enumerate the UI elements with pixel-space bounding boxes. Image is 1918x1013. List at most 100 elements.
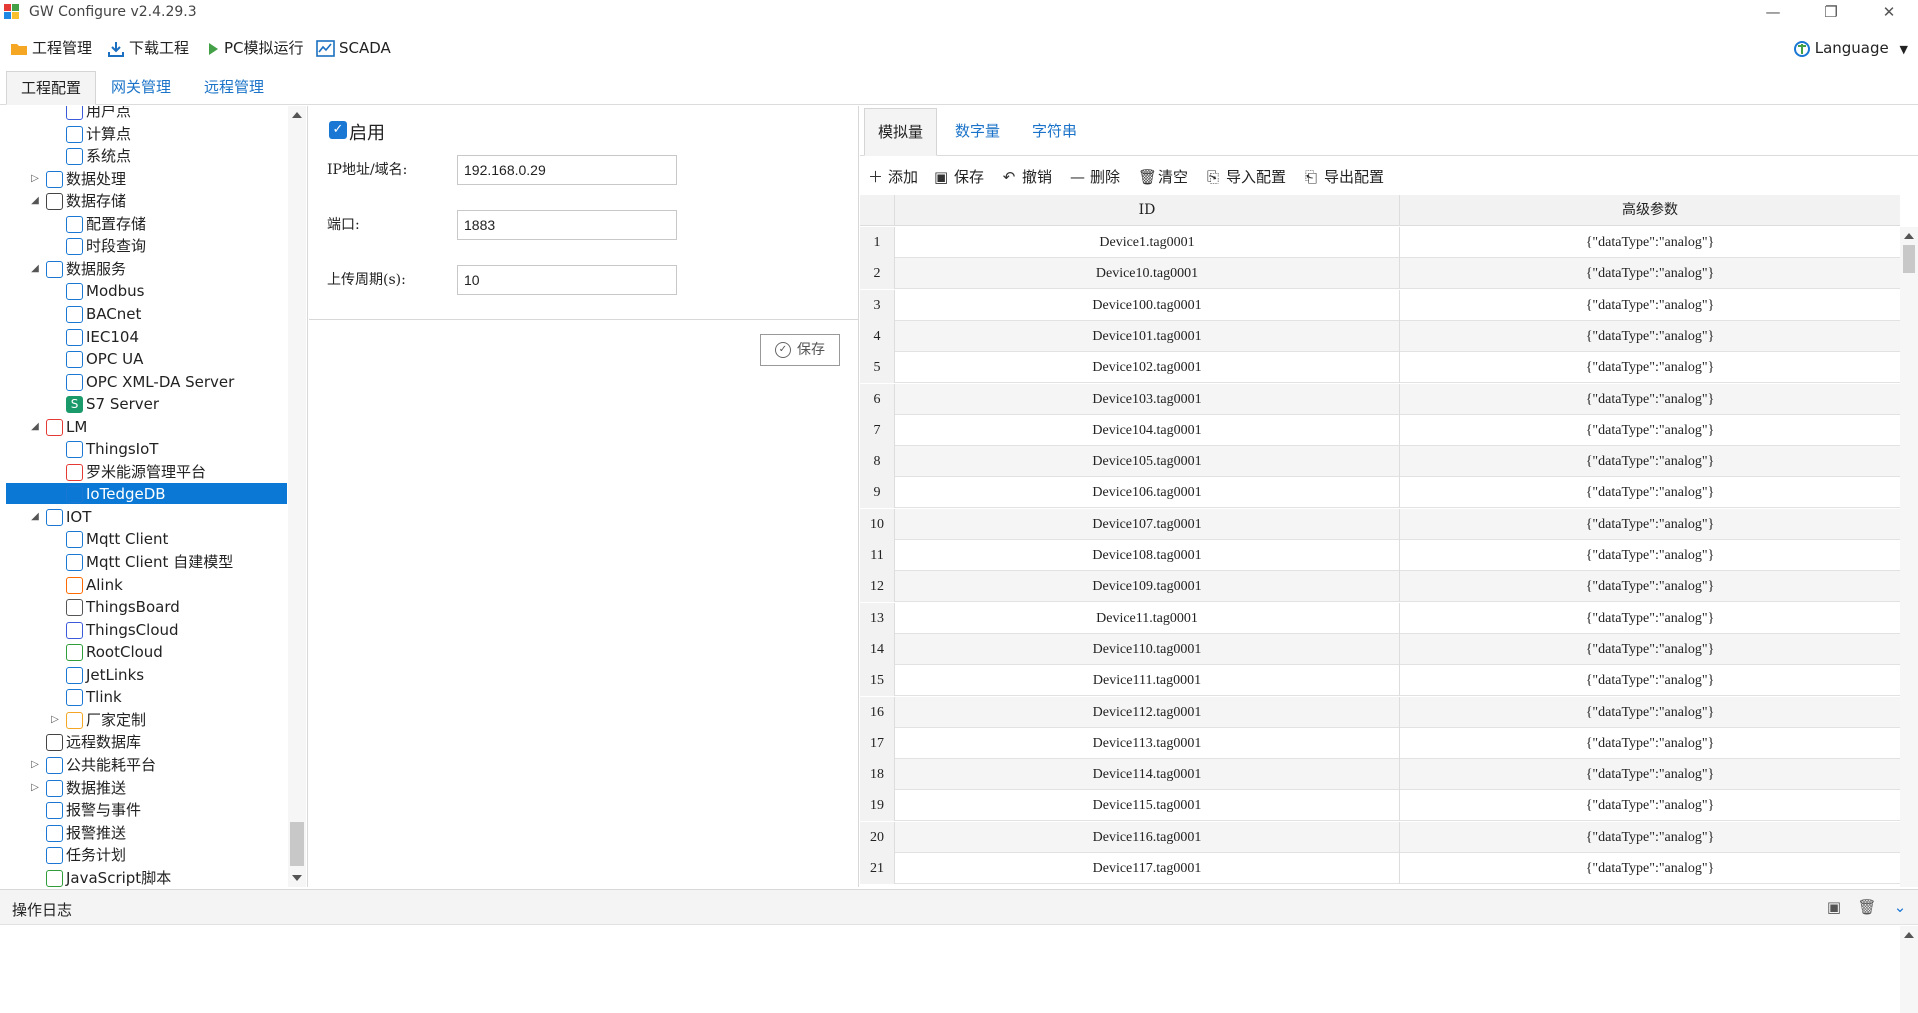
- collapse-arrow-icon[interactable]: ◢: [29, 190, 41, 212]
- expand-arrow-icon[interactable]: ▷: [29, 168, 41, 190]
- tab-remote-mgmt[interactable]: 远程管理: [190, 71, 278, 105]
- delete-button[interactable]: — 删除: [1070, 166, 1120, 187]
- advanced-param-cell[interactable]: {"dataType":"analog"}: [1400, 477, 1900, 508]
- add-button[interactable]: ＋添加: [868, 166, 918, 187]
- tree-item[interactable]: Mqtt Client 自建模型: [0, 551, 286, 573]
- tab-string[interactable]: 字符串: [1019, 108, 1090, 156]
- scroll-up-icon[interactable]: [1904, 233, 1914, 239]
- log-trash-icon[interactable]: 🗑: [1857, 898, 1877, 918]
- port-input[interactable]: 1883: [457, 210, 677, 240]
- close-button[interactable]: ✕: [1860, 0, 1918, 26]
- scroll-down-icon[interactable]: [292, 875, 302, 881]
- tree-item[interactable]: 报警推送: [0, 822, 286, 844]
- id-cell[interactable]: Device103.tag0001: [895, 383, 1400, 415]
- table-row[interactable]: 7 Device104.tag0001 {"dataType":"analog"}: [860, 414, 1900, 446]
- tab-gateway-mgmt[interactable]: 网关管理: [97, 71, 185, 105]
- advanced-param-cell[interactable]: {"dataType":"analog"}: [1400, 384, 1900, 415]
- tree-item[interactable]: OPC XML-DA Server: [0, 371, 286, 393]
- table-row[interactable]: 9 Device106.tag0001 {"dataType":"analog"}: [860, 477, 1900, 509]
- id-cell[interactable]: Device1.tag0001: [895, 227, 1400, 258]
- data-save-button[interactable]: ▣ 保存: [934, 166, 984, 187]
- table-row[interactable]: 1 Device1.tag0001 {"dataType":"analog"}: [860, 227, 1900, 258]
- restore-button[interactable]: ❐: [1802, 0, 1860, 26]
- tree-item[interactable]: 报警与事件: [0, 799, 286, 821]
- tree-item[interactable]: OPC UA: [0, 348, 286, 370]
- table-row[interactable]: 17 Device113.tag0001 {"dataType":"analog"}: [860, 727, 1900, 759]
- tree-item[interactable]: ThingsBoard: [0, 596, 286, 618]
- tree-item[interactable]: BACnet: [0, 303, 286, 325]
- tree-scrollbar[interactable]: [288, 106, 306, 887]
- advanced-param-cell[interactable]: {"dataType":"analog"}: [1400, 603, 1900, 634]
- config-save-button[interactable]: ✓ 保存: [760, 334, 840, 366]
- table-row[interactable]: 19 Device115.tag0001 {"dataType":"analog"}: [860, 790, 1900, 822]
- project-mgmt-button[interactable]: 工程管理: [10, 36, 92, 60]
- id-cell[interactable]: Device111.tag0001: [895, 665, 1400, 697]
- tree-item[interactable]: 配置存储: [0, 213, 286, 235]
- undo-button[interactable]: ↶ 撤销: [1002, 166, 1052, 187]
- download-project-button[interactable]: 下载工程: [107, 36, 189, 60]
- advanced-param-cell[interactable]: {"dataType":"analog"}: [1400, 634, 1900, 665]
- tree-item[interactable]: 任务计划: [0, 844, 286, 866]
- language-dropdown[interactable]: Language ▼: [1793, 36, 1908, 60]
- tree-item[interactable]: Tlink: [0, 686, 286, 708]
- advanced-param-cell[interactable]: {"dataType":"analog"}: [1400, 728, 1900, 759]
- advanced-param-cell[interactable]: {"dataType":"analog"}: [1400, 258, 1900, 289]
- tree-item[interactable]: 罗米能源管理平台: [0, 461, 286, 483]
- table-row[interactable]: 4 Device101.tag0001 {"dataType":"analog"}: [860, 320, 1900, 352]
- tree-item[interactable]: JetLinks: [0, 664, 286, 686]
- grid-scrollbar[interactable]: [1900, 227, 1918, 887]
- advanced-param-cell[interactable]: {"dataType":"analog"}: [1400, 571, 1900, 602]
- tab-analog[interactable]: 模拟量: [864, 108, 938, 156]
- id-cell[interactable]: Device116.tag0001: [895, 821, 1400, 853]
- expand-arrow-icon[interactable]: ▷: [49, 709, 61, 731]
- log-scrollbar[interactable]: [1900, 926, 1918, 1013]
- id-cell[interactable]: Device110.tag0001: [895, 633, 1400, 665]
- table-row[interactable]: 6 Device103.tag0001 {"dataType":"analog"}: [860, 383, 1900, 415]
- tree-item[interactable]: ThingsCloud: [0, 619, 286, 641]
- tree-item[interactable]: 计算点: [0, 123, 286, 145]
- id-cell[interactable]: Device106.tag0001: [895, 477, 1400, 509]
- tree-item[interactable]: S S7 Server: [0, 393, 286, 415]
- tab-project-config[interactable]: 工程配置: [6, 71, 97, 105]
- tree-item[interactable]: 用户点: [0, 106, 286, 122]
- advanced-param-cell[interactable]: {"dataType":"analog"}: [1400, 290, 1900, 321]
- table-row[interactable]: 20 Device116.tag0001 {"dataType":"analog"}: [860, 821, 1900, 853]
- table-row[interactable]: 3 Device100.tag0001 {"dataType":"analog"}: [860, 289, 1900, 321]
- collapse-chevron-icon[interactable]: ⌄: [1890, 898, 1910, 918]
- tree-item[interactable]: 时段查询: [0, 235, 286, 257]
- tree-item[interactable]: ▷ 公共能耗平台: [0, 754, 286, 776]
- tree-item[interactable]: ThingsIoT: [0, 438, 286, 460]
- advanced-param-cell[interactable]: {"dataType":"analog"}: [1400, 790, 1900, 821]
- log-save-icon[interactable]: ▣: [1824, 898, 1844, 918]
- collapse-arrow-icon[interactable]: ◢: [29, 506, 41, 528]
- tree-item[interactable]: Alink: [0, 574, 286, 596]
- tree-item[interactable]: Mqtt Client: [0, 528, 286, 550]
- clear-button[interactable]: 🗑清空: [1138, 166, 1188, 187]
- id-cell[interactable]: Device10.tag0001: [895, 258, 1400, 290]
- tree-item[interactable]: ◢ IOT: [0, 506, 286, 528]
- id-cell[interactable]: Device102.tag0001: [895, 352, 1400, 384]
- minimize-button[interactable]: —: [1744, 0, 1802, 26]
- advanced-param-cell[interactable]: {"dataType":"analog"}: [1400, 540, 1900, 571]
- advanced-param-column-header[interactable]: 高级参数: [1400, 195, 1900, 226]
- tree-item[interactable]: ◢ LM: [0, 416, 286, 438]
- scroll-up-icon[interactable]: [1904, 932, 1914, 938]
- id-cell[interactable]: Device113.tag0001: [895, 727, 1400, 759]
- upload-period-input[interactable]: 10: [457, 265, 677, 295]
- advanced-param-cell[interactable]: {"dataType":"analog"}: [1400, 759, 1900, 790]
- advanced-param-cell[interactable]: {"dataType":"analog"}: [1400, 697, 1900, 728]
- enable-checkbox[interactable]: ✓: [329, 121, 347, 139]
- tree-scroll-thumb[interactable]: [290, 822, 304, 866]
- export-config-button[interactable]: ⎗ 导出配置: [1304, 166, 1384, 187]
- id-cell[interactable]: Device101.tag0001: [895, 320, 1400, 352]
- import-config-button[interactable]: ⎘ 导入配置: [1206, 166, 1286, 187]
- id-cell[interactable]: Device115.tag0001: [895, 790, 1400, 822]
- id-cell[interactable]: Device107.tag0001: [895, 508, 1400, 540]
- id-cell[interactable]: Device104.tag0001: [895, 414, 1400, 446]
- expand-arrow-icon[interactable]: ▷: [29, 777, 41, 799]
- id-cell[interactable]: Device109.tag0001: [895, 571, 1400, 603]
- tree-item[interactable]: Modbus: [0, 280, 286, 302]
- tree-item[interactable]: ◢ 数据存储: [0, 190, 286, 212]
- advanced-param-cell[interactable]: {"dataType":"analog"}: [1400, 665, 1900, 696]
- advanced-param-cell[interactable]: {"dataType":"analog"}: [1400, 822, 1900, 853]
